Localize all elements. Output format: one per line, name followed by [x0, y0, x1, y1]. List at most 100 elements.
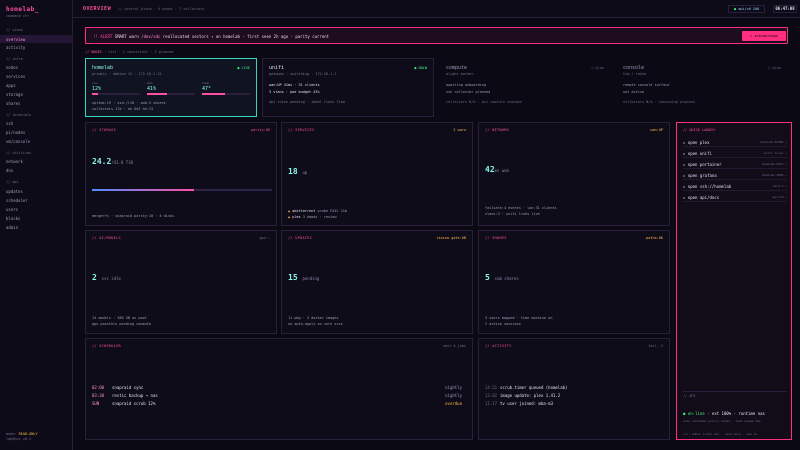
api-status-badge[interactable]: ● api/v0 200 [728, 5, 766, 13]
nav-section-title: // infra [6, 57, 23, 61]
quick-launch-label: ▸ open ssh://homelab [683, 184, 732, 189]
updates-card[interactable]: // UPDATES review gate:0B 15 pending 11 … [281, 230, 473, 334]
quick-launch-portainer[interactable]: ▸ open portainer homelab:9443 ↗ [683, 159, 787, 169]
sidebar-item-nodes[interactable]: nodes [6, 65, 18, 70]
network-latency-unit: ms wan [494, 168, 510, 173]
card-title: // SHARES [485, 236, 507, 240]
quick-launch-plex[interactable]: ▸ open plex homelab:32400 ↗ [683, 137, 787, 147]
acknowledge-button[interactable]: ▸ acknowledge [742, 31, 786, 41]
alert-text-b: reallocated sectors ↑ on homelab · first… [162, 34, 330, 39]
node-state: ● ONLN [414, 66, 427, 70]
sidebar-item-blocks[interactable]: blocks [6, 216, 20, 221]
job-name: restic backup → nas [112, 393, 158, 398]
quick-launch-grafana[interactable]: ▸ open grafana homelab:3000 ↗ [683, 170, 787, 180]
service-status: probe FAIL 11m [315, 209, 348, 213]
node-state: ○ plan [591, 66, 604, 70]
api-status-text: api/v0 200 [738, 7, 760, 11]
divider [683, 391, 787, 392]
updates-detail: no auto-apply on core svcs [288, 322, 343, 326]
node-role: plight marker [446, 72, 474, 76]
api-online-status: ● on-line · ext 100% · runtime nas [683, 411, 765, 416]
sidebar-footer: mode: READ-ONLY lab@hpc v0.2 [6, 432, 38, 442]
storage-footer: mergerfs · snapraid parity:10 · 4 disks [92, 214, 175, 218]
activity-text: tv user joined: mba-m3 [500, 401, 553, 406]
storage-used: 24.2/42.8 TiB [92, 157, 133, 166]
services-card[interactable]: // SERVICES 2 warn 18 up ▲ qbittorrent p… [281, 122, 473, 226]
online-dot-icon: ● [683, 411, 686, 416]
nav-section-title: // terminals [6, 113, 32, 117]
sidebar-item-users[interactable]: users [6, 207, 18, 212]
card-meta: tail -5 [648, 344, 663, 348]
updates-pending: 15 pending [288, 273, 319, 282]
sidebar-item-scheduler[interactable]: scheduler [6, 198, 28, 203]
sidebar-item-ssh[interactable]: ssh [6, 121, 13, 126]
sidebar-item-activity[interactable]: activity [6, 45, 25, 50]
sidebar-item-services[interactable]: services [6, 74, 25, 79]
quick-launch-api-docs[interactable]: ▸ open api/docs api/v0 ↗ [683, 192, 787, 202]
service-name: qbittorrent [292, 209, 316, 213]
sidebar-item-dns[interactable]: dns [6, 168, 13, 173]
card-meta: 2 warn [453, 128, 466, 132]
quick-launch-unifi[interactable]: ▸ open unifi unifi local ↗ [683, 148, 787, 158]
node-card-compute[interactable]: compute ○ plan plight marker awaiting on… [439, 58, 611, 117]
stat-label: temp [202, 81, 210, 85]
breadcrumb: // control plane · 4 nodes · 7 collector… [118, 7, 205, 11]
node-detail: uptime:19 · ssd:/r18 · smb:3 shares [92, 101, 166, 105]
network-card[interactable]: // NETWORK wan:UP 42ms wan failsafe:4 ev… [478, 122, 670, 226]
sidebar-item-storage[interactable]: storage [6, 92, 23, 97]
stat-bar-fill [202, 93, 225, 95]
node-detail: awaiting onboarding [446, 83, 487, 87]
sidebar-item-network[interactable]: network [6, 159, 23, 164]
online-label: on-line [687, 411, 705, 416]
stat-temp: temp 47° [202, 81, 250, 95]
ai-svc-unit: svc idle [101, 276, 121, 281]
nodes-header-rest: · list · 1 consistent · 3 planned [103, 50, 174, 54]
node-card-homelab[interactable]: homelab ● LIVE primary · debian 12 · 172… [85, 58, 257, 117]
activity-time: 13:02 [485, 393, 498, 398]
node-detail: collectors N/A · pii capture unknown [446, 100, 522, 104]
node-state: ○ plan [768, 66, 781, 70]
sidebar-item-updates[interactable]: updates [6, 189, 23, 194]
stat-value: 47° [202, 86, 212, 92]
quick-launch-ssh[interactable]: ▸ open ssh://homelab term:1 ↗ [683, 181, 787, 191]
sidebar-item-shares[interactable]: shares [6, 101, 20, 106]
nav-section-title: // api [6, 180, 19, 184]
node-name: console [623, 65, 645, 71]
job-time: SUN [92, 401, 100, 406]
network-latency: 42ms wan [485, 165, 509, 174]
job-frequency: overdue [445, 401, 462, 406]
ai-svc-count: 2 svc idle [92, 273, 121, 282]
scheduler-card[interactable]: // SCHEDULER next 4 jobs 02:00 snapraid … [85, 338, 473, 440]
updates-detail: 11 pkg · 3 docker images [288, 316, 339, 320]
quick-launch-title: // QUICK LAUNCH [683, 128, 715, 132]
sidebar-item-apps[interactable]: apps [6, 83, 16, 88]
quick-launch-hint: homelab:3000 ↗ [761, 173, 787, 177]
node-card-unifi[interactable]: unifi ● ONLN gateway · switching · 172.1… [262, 58, 434, 117]
ai-models-card[interactable]: // AI/MODELS gpu:— 2 svc idle 14 models … [85, 230, 277, 334]
stat-label: mem [147, 81, 153, 85]
activity-card[interactable]: // ACTIVITY tail -5 14:21 scrub.timer qu… [478, 338, 670, 440]
shares-card[interactable]: // SHARES paths:OK 5 smb shares 3 users … [478, 230, 670, 334]
card-meta: gpu:— [259, 236, 270, 240]
updates-pending-value: 15 [288, 273, 298, 282]
services-up: 18 up [288, 167, 307, 176]
node-card-console[interactable]: console ○ plan tim / route remote consol… [616, 58, 788, 117]
storage-card[interactable]: // STORAGE parity:OK 24.2/42.8 TiB merge… [85, 122, 277, 226]
stat-value: 41% [147, 86, 157, 92]
sidebar-item-overview[interactable]: overview [6, 37, 25, 42]
sidebar-item-pi-nodes[interactable]: pi/nodes [6, 130, 25, 135]
quick-launch-panel: // QUICK LAUNCH ▸ open plex homelab:3240… [676, 122, 792, 440]
card-title: // STORAGE [92, 128, 117, 132]
activity-text: scrub.timer queued (homelab) [500, 385, 568, 390]
sidebar-item-admin[interactable]: admin [6, 225, 18, 230]
node-detail: 3 vlans · poe budget 43% [269, 90, 320, 94]
stat-mem: mem 41% [147, 81, 195, 95]
node-detail: collectors 17d · ok 6d3 hh:23 [92, 107, 154, 111]
smart-alert-banner: !! ALERT SMART warn /dev/sdc reallocated… [85, 27, 788, 44]
nodes-header-key: // NODES [85, 50, 102, 54]
card-meta: next 4 jobs [442, 344, 466, 348]
card-title: // SCHEDULER [92, 344, 121, 348]
sidebar-item-vm-console[interactable]: vm/console [6, 139, 30, 144]
job-frequency: nightly [445, 393, 462, 398]
activity-text: image update: plex 1.41.2 [500, 393, 561, 398]
